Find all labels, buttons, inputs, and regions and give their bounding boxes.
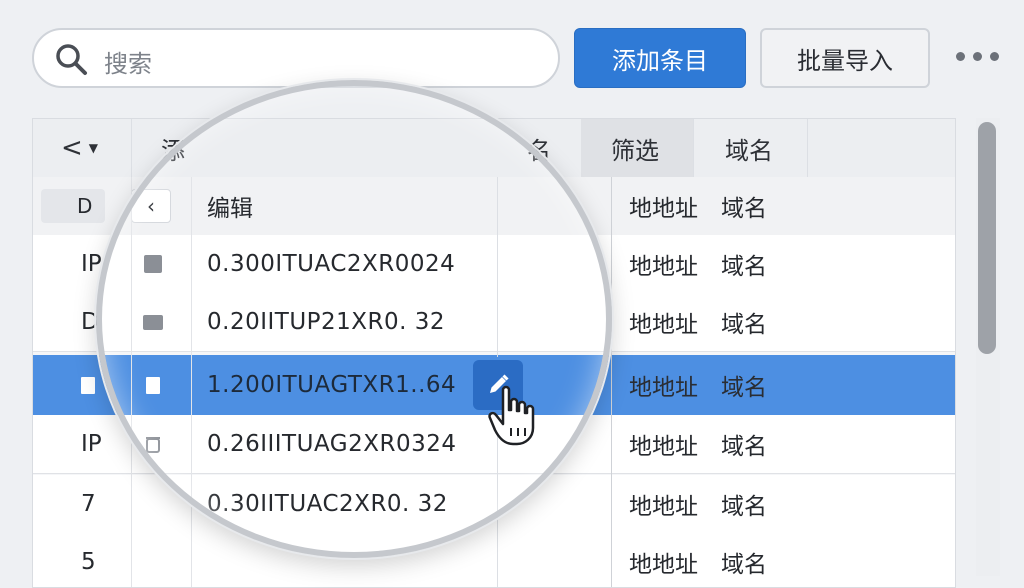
row-address: 地地址 bbox=[629, 552, 698, 578]
document-icon bbox=[141, 355, 165, 415]
row-address: 地地址 bbox=[629, 375, 698, 401]
header-id[interactable]: D bbox=[77, 177, 92, 235]
scrollbar-thumb[interactable] bbox=[978, 122, 996, 354]
row-name: 0.30IITUAC2XR0. 32 bbox=[207, 491, 448, 517]
document-icon bbox=[81, 355, 95, 415]
row-id: IP bbox=[81, 431, 102, 457]
bulk-import-button[interactable]: 批量导入 bbox=[760, 28, 930, 88]
row-id: 7 bbox=[81, 491, 96, 517]
row-address: 地地址 bbox=[629, 312, 698, 338]
header-domain[interactable]: 域名 bbox=[721, 177, 767, 235]
row-domain: 域名 bbox=[721, 312, 767, 338]
search-input[interactable]: 搜索 bbox=[32, 28, 560, 88]
row-name: 0.20IITUP21XR0. 32 bbox=[207, 309, 446, 335]
row-id: IP bbox=[81, 251, 102, 277]
filter-tab[interactable]: 筛选 bbox=[611, 119, 659, 177]
row-name: 1.200ITUAGTXR1..64 bbox=[207, 372, 457, 398]
domain-tab[interactable]: 域名 bbox=[725, 119, 773, 177]
add-entry-button[interactable]: 添加条目 bbox=[574, 28, 746, 88]
row-domain: 域名 bbox=[721, 552, 767, 578]
row-id: D bbox=[81, 309, 99, 335]
row-domain: 域名 bbox=[721, 375, 767, 401]
chevron-left-icon: < bbox=[61, 133, 83, 163]
table-header-columns: D ‹ 编辑 地地址 域名 bbox=[33, 177, 955, 236]
trash-icon bbox=[141, 415, 165, 473]
search-placeholder: 搜索 bbox=[104, 50, 152, 78]
table-row[interactable]: IP 0.300ITUAC2XR0024 地地址 域名 bbox=[33, 235, 955, 294]
row-address: 地地址 bbox=[629, 494, 698, 520]
table-row[interactable]: D 0.20IITUP21XR0. 32 地地址 域名 bbox=[33, 293, 955, 352]
header-col-name[interactable]: 名 bbox=[527, 119, 551, 177]
chevron-left-icon: ‹ bbox=[147, 194, 155, 218]
folder-icon bbox=[141, 293, 165, 351]
row-id: 5 bbox=[81, 549, 96, 575]
search-icon bbox=[56, 44, 87, 75]
table-row[interactable]: 5 地地址 域名 bbox=[33, 533, 955, 587]
row-name: 0.300ITUAC2XR0024 bbox=[207, 251, 456, 277]
header-col-add[interactable]: 添 bbox=[161, 119, 185, 177]
data-table: < ▼ 添 名 筛选 域名 D ‹ 编辑 地地址 域名 IP 0.300ITUA… bbox=[32, 118, 956, 588]
header-edit[interactable]: 编辑 bbox=[207, 177, 253, 235]
table-header-primary: < ▼ 添 名 筛选 域名 bbox=[33, 119, 955, 178]
chevron-down-icon: ▼ bbox=[88, 141, 99, 155]
more-horizontal-icon[interactable] bbox=[956, 48, 1000, 64]
row-domain: 域名 bbox=[721, 494, 767, 520]
back-dropdown-button[interactable]: < ▼ bbox=[61, 119, 98, 177]
row-domain: 域名 bbox=[721, 434, 767, 460]
row-domain: 域名 bbox=[721, 254, 767, 280]
table-row[interactable]: 7 0.30IITUAC2XR0. 32 地地址 域名 bbox=[33, 475, 955, 534]
square-icon bbox=[141, 235, 165, 293]
row-address: 地地址 bbox=[629, 434, 698, 460]
row-name: 0.26IIITUAG2XR0324 bbox=[207, 431, 457, 457]
header-address[interactable]: 地地址 bbox=[629, 177, 698, 235]
row-address: 地地址 bbox=[629, 254, 698, 280]
hand-pointer-icon bbox=[488, 385, 535, 446]
collapse-button[interactable]: ‹ bbox=[131, 189, 171, 223]
